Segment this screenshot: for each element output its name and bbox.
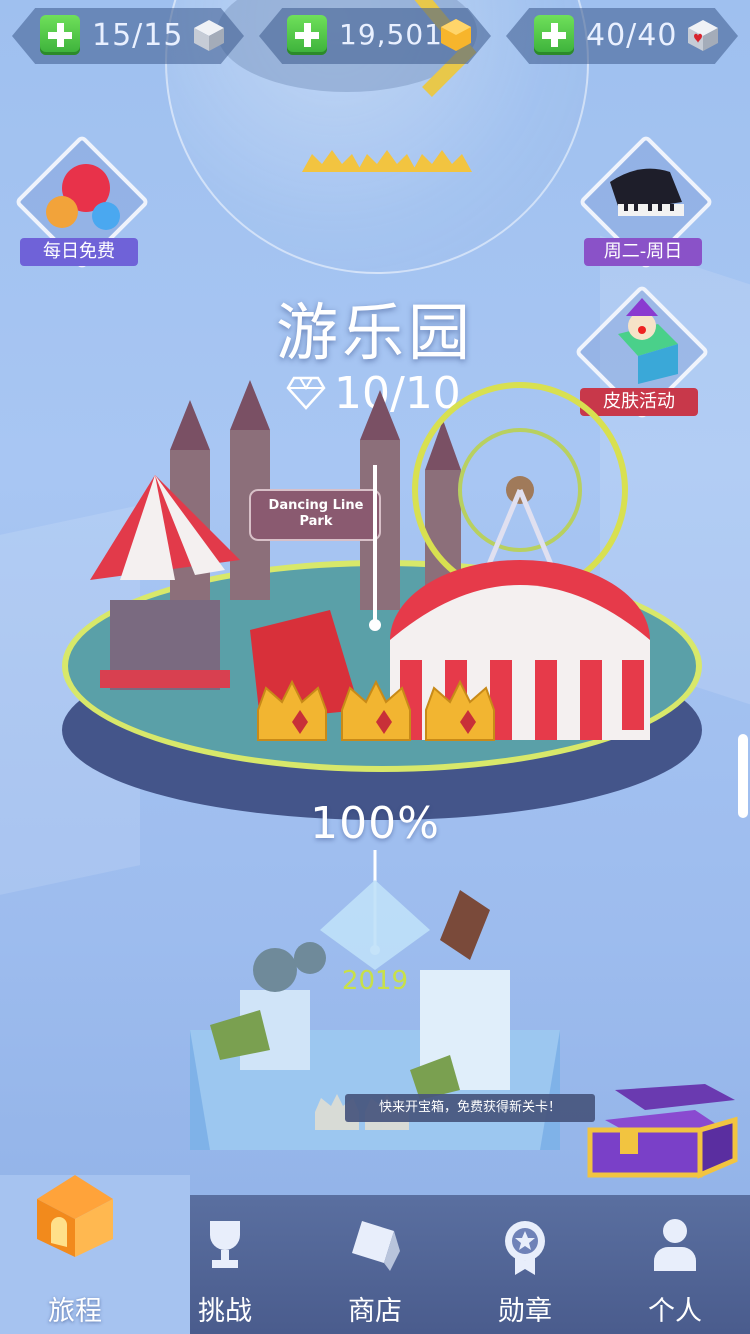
house-icon bbox=[37, 1175, 113, 1257]
add-gems-button[interactable] bbox=[287, 15, 327, 55]
gray-cube-icon bbox=[194, 20, 224, 51]
nav-challenge[interactable]: 挑战 bbox=[150, 1195, 300, 1334]
gem-balloons-icon bbox=[46, 164, 120, 230]
nav-shop[interactable]: 商店 bbox=[300, 1195, 450, 1334]
medal-icon bbox=[505, 1221, 545, 1275]
treasure-chest-icon[interactable] bbox=[585, 1080, 745, 1180]
scrollbar-thumb[interactable] bbox=[738, 734, 748, 818]
nav-challenge-label: 挑战 bbox=[198, 1296, 252, 1327]
daily-free-button[interactable]: 每日免费 bbox=[14, 134, 150, 270]
daily-free-label: 每日免费 bbox=[20, 238, 138, 266]
level-island[interactable]: Dancing Line Park bbox=[0, 380, 750, 840]
shop-icon bbox=[352, 1221, 400, 1271]
nav-medals[interactable]: 勋章 bbox=[450, 1195, 600, 1334]
nav-journey[interactable]: 旅程 bbox=[0, 1175, 150, 1334]
add-hearts-button[interactable] bbox=[534, 15, 574, 55]
energy-value: 15/15 bbox=[92, 18, 184, 53]
gem-value: 19,501 bbox=[339, 18, 443, 51]
park-sign: Dancing Line Park bbox=[268, 498, 364, 529]
nav-journey-label: 旅程 bbox=[48, 1296, 102, 1327]
next-level-island[interactable] bbox=[180, 850, 580, 1180]
hearts-counter[interactable]: 40/40 bbox=[506, 8, 738, 64]
piano-icon bbox=[610, 168, 684, 216]
gold-gem-icon bbox=[441, 19, 471, 51]
nav-profile-label: 个人 bbox=[648, 1296, 702, 1327]
nav-shop-label: 商店 bbox=[348, 1296, 402, 1327]
level-progress: 100% bbox=[310, 798, 440, 849]
nav-profile[interactable]: 个人 bbox=[600, 1195, 750, 1334]
add-energy-button[interactable] bbox=[40, 15, 80, 55]
gem-counter[interactable]: 19,501 bbox=[259, 8, 491, 64]
heart-cube-icon bbox=[688, 20, 718, 51]
park-scene bbox=[90, 380, 650, 741]
hearts-value: 40/40 bbox=[586, 18, 678, 53]
next-level-year: 2019 bbox=[341, 966, 409, 996]
nav-medals-label: 勋章 bbox=[498, 1296, 552, 1327]
trophy-icon bbox=[210, 1221, 240, 1268]
person-icon bbox=[654, 1219, 696, 1271]
weekly-event-label: 周二-周日 bbox=[584, 238, 702, 266]
chest-tooltip: 快来开宝箱，免费获得新关卡！ bbox=[345, 1094, 595, 1122]
level-title: 游乐园 bbox=[275, 296, 474, 369]
weekly-event-button[interactable]: 周二-周日 bbox=[578, 134, 714, 270]
energy-counter[interactable]: 15/15 bbox=[12, 8, 244, 64]
